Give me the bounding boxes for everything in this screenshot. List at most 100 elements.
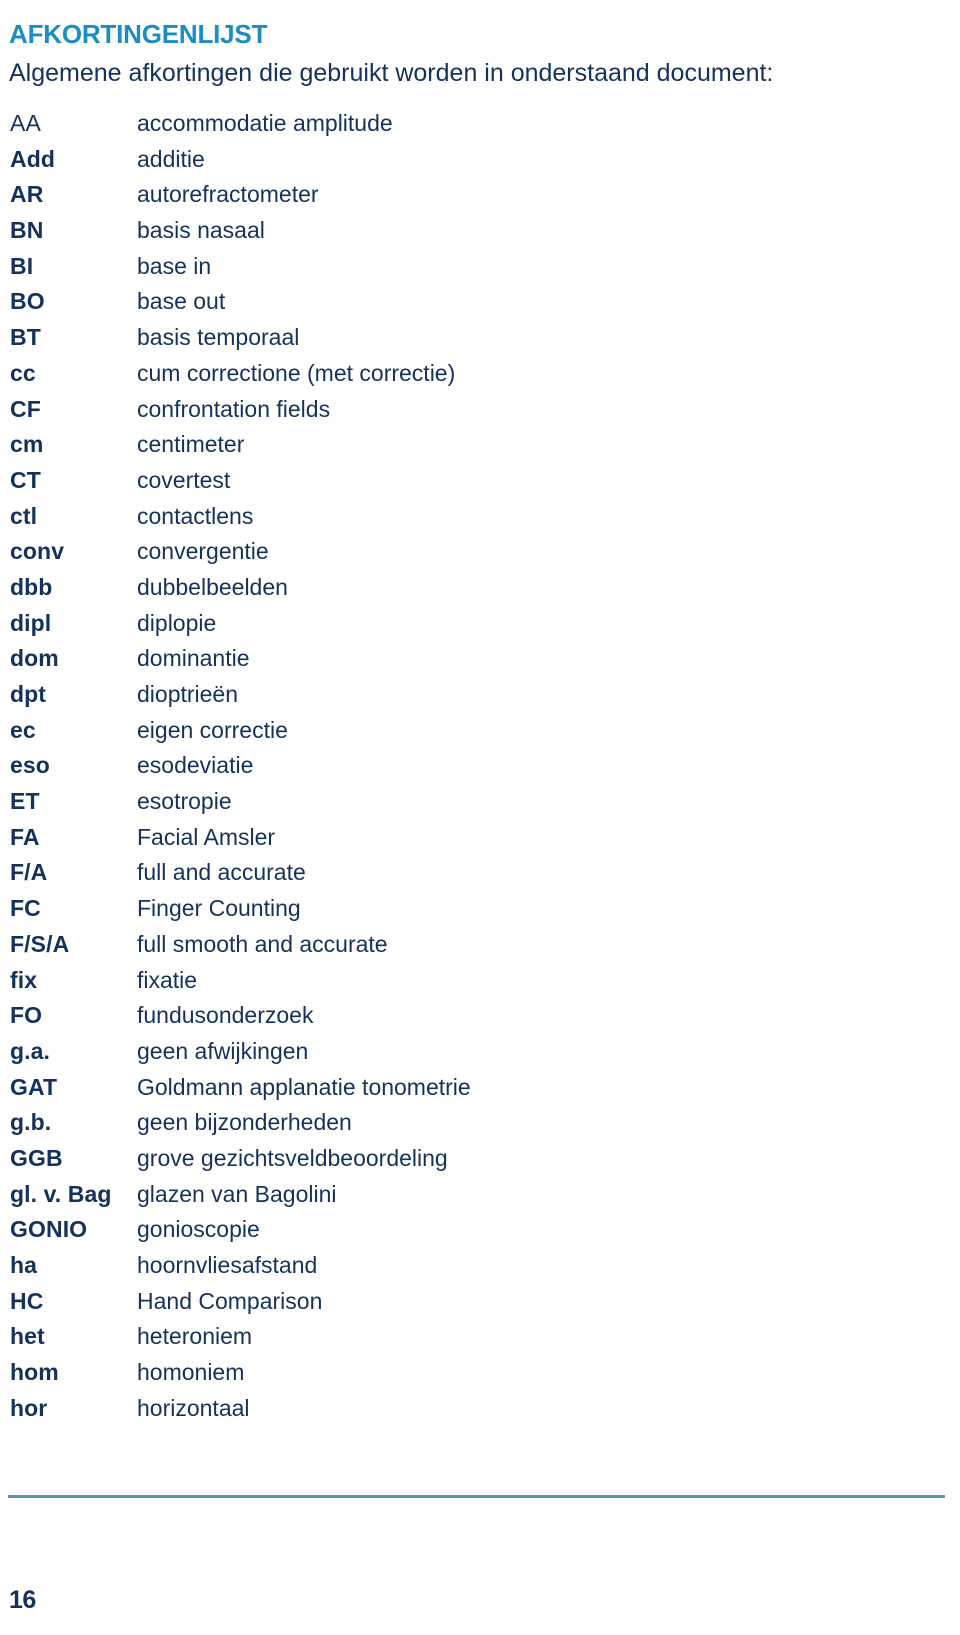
abbreviation-definition: grove gezichtsveldbeoordeling — [137, 1144, 448, 1171]
abbreviation-row: cm centimeter — [0, 427, 960, 463]
abbreviation-term: g.b. — [10, 1109, 52, 1136]
abbreviation-definition: contactlens — [137, 502, 254, 529]
abbreviation-row: FA Facial Amsler — [0, 820, 960, 856]
abbreviation-row: BI base in — [0, 249, 960, 285]
abbreviation-definition: hoornvliesafstand — [137, 1252, 318, 1278]
abbreviation-term: cc — [10, 359, 36, 386]
abbreviation-definition: full and accurate — [137, 859, 306, 886]
abbreviation-term: hor — [10, 1394, 48, 1421]
abbreviation-definition: fundusonderzoek — [137, 1002, 314, 1029]
abbreviation-term: ET — [10, 788, 40, 815]
abbreviation-definition: eigen correctie — [137, 716, 288, 743]
page-title: AFKORTINGENLIJST — [9, 19, 268, 50]
abbreviation-term: hom — [10, 1359, 59, 1386]
abbreviation-definition: base in — [137, 252, 212, 279]
abbreviation-term: CF — [10, 395, 41, 422]
abbreviation-term: g.a. — [10, 1037, 51, 1064]
abbreviation-row: fix fixatie — [0, 963, 960, 999]
abbreviation-definition: gonioscopie — [137, 1216, 260, 1243]
abbreviation-row: AA accommodatie amplitude — [0, 106, 960, 142]
abbreviation-term: BO — [10, 288, 45, 315]
abbreviation-term: BN — [10, 217, 44, 244]
abbreviation-term: dom — [10, 645, 59, 672]
abbreviation-term: cm — [10, 431, 44, 458]
abbreviation-definition: convergentie — [137, 538, 269, 565]
abbreviation-row: BO base out — [0, 284, 960, 320]
abbreviation-row: dbb dubbelbeelden — [0, 570, 960, 606]
abbreviation-term: GONIO — [10, 1216, 88, 1243]
abbreviation-row: GONIO gonioscopie — [0, 1212, 960, 1248]
abbreviation-row: cc cum correctione (met correctie) — [0, 356, 960, 392]
abbreviation-row: conv convergentie — [0, 534, 960, 570]
abbreviation-row: HC Hand Comparison — [0, 1284, 960, 1320]
abbreviation-definition: centimeter — [137, 431, 245, 458]
abbreviation-definition: geen afwijkingen — [137, 1037, 309, 1064]
abbreviation-row: CT covertest — [0, 463, 960, 499]
abbreviation-definition: dioptrieën — [137, 681, 239, 707]
abbreviation-definition: Hand Comparison — [137, 1287, 323, 1314]
abbreviation-definition: horizontaal — [137, 1394, 250, 1421]
abbreviation-term: BT — [10, 324, 41, 351]
abbreviation-row: ha hoornvliesafstand — [0, 1248, 960, 1284]
abbreviation-row: Add additie — [0, 142, 960, 178]
abbreviation-row: GGB grove gezichtsveldbeoordeling — [0, 1141, 960, 1177]
abbreviation-definition: dominantie — [137, 645, 250, 672]
abbreviation-term: AR — [10, 181, 44, 208]
abbreviation-definition: dubbelbeelden — [137, 573, 288, 600]
abbreviation-definition: basis temporaal — [137, 324, 300, 351]
abbreviation-term: GAT — [10, 1073, 58, 1100]
abbreviation-definition: covertest — [137, 466, 231, 493]
abbreviation-definition: additie — [137, 145, 205, 172]
page-subtitle: Algemene afkortingen die gebruikt worden… — [9, 59, 774, 87]
abbreviation-term: FC — [10, 895, 41, 922]
abbreviation-row: F/A full and accurate — [0, 855, 960, 891]
abbreviation-term: F/A — [10, 859, 48, 886]
abbreviation-definition: fixatie — [137, 966, 198, 993]
abbreviation-row: AR autorefractometer — [0, 177, 960, 213]
abbreviation-term: GGB — [10, 1144, 63, 1171]
abbreviation-row: BT basis temporaal — [0, 320, 960, 356]
abbreviation-row: hom homoniem — [0, 1355, 960, 1391]
abbreviation-row: gl. v. Bag glazen van Bagolini — [0, 1177, 960, 1213]
page-number: 16 — [9, 1586, 36, 1614]
abbreviation-definition: autorefractometer — [137, 181, 319, 208]
abbreviation-row: ec eigen correctie — [0, 713, 960, 749]
abbreviation-row: het heteroniem — [0, 1319, 960, 1355]
abbreviation-row: g.a. geen afwijkingen — [0, 1034, 960, 1070]
abbreviation-definition: confrontation fields — [137, 395, 331, 422]
abbreviation-row: hor horizontaal — [0, 1391, 960, 1427]
abbreviation-term: het — [10, 1323, 45, 1350]
abbreviation-definition: esodeviatie — [137, 752, 254, 779]
abbreviation-term: dipl — [10, 609, 52, 636]
abbreviation-row: F/S/A full smooth and accurate — [0, 927, 960, 963]
abbreviation-term: Add — [10, 145, 56, 172]
abbreviation-definition: diplopie — [137, 609, 217, 636]
abbreviation-row: ET esotropie — [0, 784, 960, 820]
abbreviation-term: FO — [10, 1002, 43, 1029]
abbreviation-definition: esotropie — [137, 788, 232, 815]
abbreviation-term: CT — [10, 466, 41, 493]
abbreviation-row: dpt dioptrieën — [0, 677, 960, 713]
abbreviation-term: conv — [10, 538, 65, 565]
abbreviation-definition: heteroniem — [137, 1323, 253, 1350]
abbreviation-term: dbb — [10, 573, 53, 600]
document-page: AFKORTINGENLIJST Algemene afkortingen di… — [0, 0, 960, 1635]
abbreviation-definition: cum correctione (met correctie) — [137, 359, 456, 386]
footer-divider — [8, 1495, 945, 1498]
abbreviation-term: HC — [10, 1287, 44, 1314]
abbreviation-row: BN basis nasaal — [0, 213, 960, 249]
abbreviation-definition: geen bijzonderheden — [137, 1109, 352, 1136]
abbreviation-row: FO fundusonderzoek — [0, 998, 960, 1034]
abbreviation-definition: basis nasaal — [137, 217, 265, 244]
abbreviation-row: ctl contactlens — [0, 499, 960, 535]
abbreviation-term: dpt — [10, 681, 47, 707]
abbreviation-definition: homoniem — [137, 1359, 245, 1386]
abbreviation-term: ha — [10, 1252, 38, 1278]
abbreviation-definition: Goldmann applanatie tonometrie — [137, 1073, 471, 1100]
abbreviation-definition: glazen van Bagolini — [137, 1180, 337, 1207]
abbreviation-definition: full smooth and accurate — [137, 930, 388, 957]
abbreviation-definition: Facial Amsler — [137, 823, 276, 850]
abbreviation-term: BI — [10, 252, 34, 279]
abbreviation-row: CF confrontation fields — [0, 392, 960, 428]
abbreviation-term: ctl — [10, 502, 38, 529]
